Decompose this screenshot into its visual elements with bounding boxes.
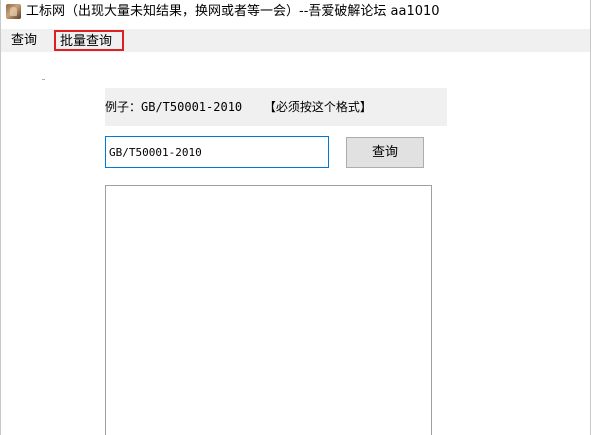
hint-panel: 例子：GB/T50001-2010 【必须按这个格式】 bbox=[105, 88, 447, 126]
results-textarea[interactable] bbox=[105, 185, 432, 435]
query-button[interactable]: 查询 bbox=[346, 137, 424, 168]
menu-bar: 查询 批量查询 bbox=[1, 29, 590, 52]
menu-item-batch-query[interactable]: 批量查询 bbox=[54, 30, 124, 51]
format-hint-label: 例子：GB/T50001-2010 【必须按这个格式】 bbox=[105, 100, 372, 114]
app-window: 工标网（出现大量未知结果，换网或者等一会）--吾爱破解论坛 aa1010 查询 … bbox=[0, 0, 591, 435]
divider-speck bbox=[42, 79, 45, 80]
standard-number-input[interactable] bbox=[105, 136, 329, 168]
title-bar[interactable]: 工标网（出现大量未知结果，换网或者等一会）--吾爱破解论坛 aa1010 bbox=[1, 0, 590, 24]
app-icon bbox=[6, 4, 21, 19]
menu-item-query[interactable]: 查询 bbox=[11, 29, 37, 52]
window-title: 工标网（出现大量未知结果，换网或者等一会）--吾爱破解论坛 aa1010 bbox=[26, 4, 440, 19]
